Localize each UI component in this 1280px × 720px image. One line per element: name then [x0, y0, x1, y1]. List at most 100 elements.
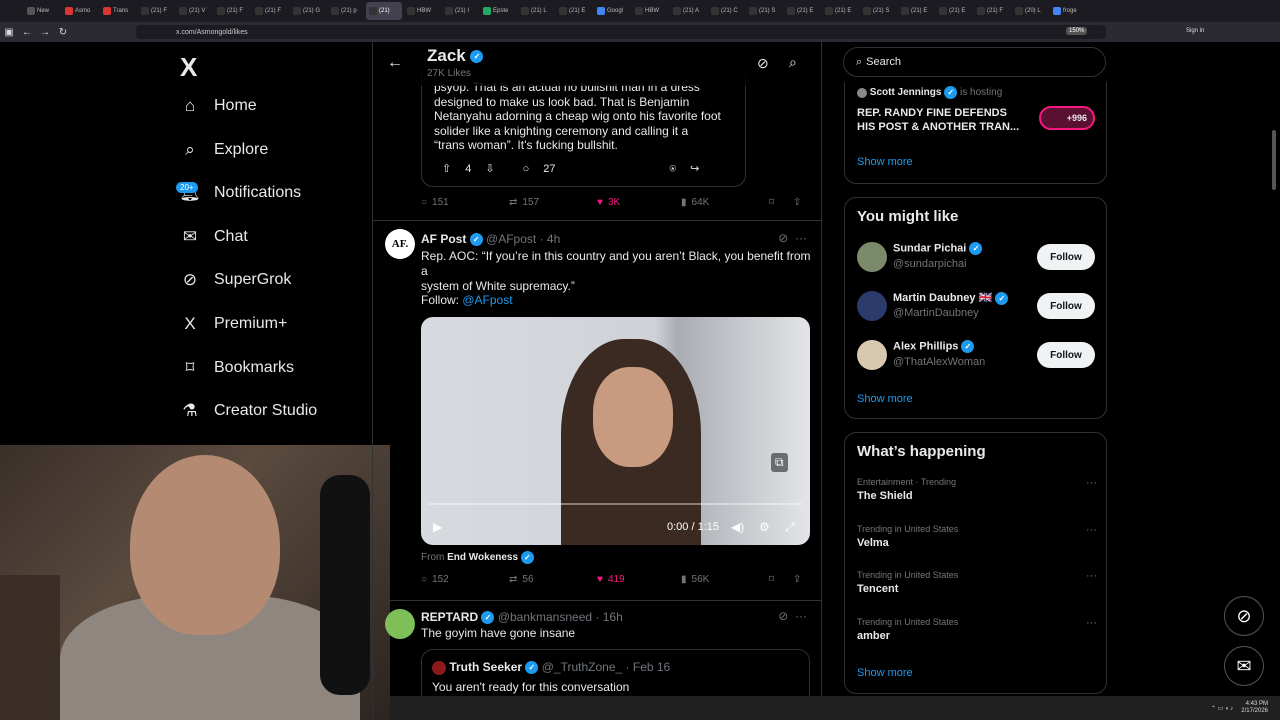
show-more-link[interactable]: Show more [857, 156, 913, 168]
more-icon[interactable]: ··· [1086, 524, 1097, 536]
suggested-user[interactable]: Alex Phillips ✓ @ThatAlexWoman Follow [857, 336, 1097, 376]
browser-tab[interactable]: (21) E [784, 2, 820, 20]
avatar[interactable]: AF. [385, 229, 415, 259]
browser-tab[interactable]: (21) V [176, 2, 212, 20]
trend-item[interactable]: Trending in United States amber ··· [857, 617, 1097, 642]
user-handle[interactable]: @MartinDaubney [893, 307, 979, 319]
settings-icon[interactable]: ⚙ [759, 520, 770, 534]
share-icon[interactable]: ⇪ [793, 574, 801, 585]
browser-tab[interactable]: (21) E [936, 2, 972, 20]
browser-tab[interactable]: (21) F [214, 2, 250, 20]
search-input[interactable]: ⌕ Search [843, 47, 1106, 77]
trend-item[interactable]: Entertainment · Trending The Shield ··· [857, 477, 1097, 502]
nav-item-supergrok[interactable]: ⊘ SuperGrok [180, 270, 292, 290]
follow-button[interactable]: Follow [1037, 244, 1095, 270]
more-icon[interactable]: ⊘ ··· [778, 231, 807, 245]
forward-icon[interactable]: → [36, 23, 54, 41]
browser-tab[interactable]: (20) L [1012, 2, 1048, 20]
more-icon[interactable]: ··· [1086, 570, 1097, 582]
browser-tab[interactable]: New [24, 2, 60, 20]
browser-tab[interactable]: Epste [480, 2, 516, 20]
show-more-link[interactable]: Show more [857, 393, 913, 405]
share-icon[interactable]: ⇪ [793, 197, 801, 208]
play-icon[interactable]: ▶ [433, 520, 442, 534]
fullscreen-icon[interactable]: ⤢ [785, 520, 795, 535]
browser-tab[interactable]: (21) S [860, 2, 896, 20]
back-icon[interactable]: ← [18, 23, 36, 41]
back-arrow-icon[interactable]: ← [387, 54, 403, 72]
follow-button[interactable]: Follow [1037, 342, 1095, 368]
grok-fab-icon[interactable]: ⊘ [1224, 596, 1264, 636]
search-icon[interactable]: ⌕ [789, 54, 797, 71]
browser-tab[interactable]: Googl [594, 2, 630, 20]
like-button[interactable]: ♥ 3K [597, 197, 681, 208]
clock[interactable]: 4:43 PM 2/17/2026 [1241, 701, 1268, 715]
reply-button[interactable]: ○ 152 [421, 574, 509, 585]
live-space-card[interactable]: Scott Jennings ✓ is hosting REP. RANDY F… [844, 82, 1107, 184]
zoom-level[interactable]: 150% [1066, 27, 1088, 35]
repost-button[interactable]: ⇄ 157 [509, 197, 597, 208]
user-name[interactable]: Alex Phillips ✓ [893, 340, 975, 353]
nav-item-home[interactable]: ⌂ Home [180, 96, 257, 116]
user-name[interactable]: Sundar Pichai ✓ [893, 242, 983, 255]
video-player[interactable]: ▶ 0:00 / 1:15 ◀) ⚙ ⤢ ⧉ [421, 317, 810, 545]
volume-icon[interactable]: ◀) [731, 520, 744, 534]
browser-tab[interactable]: (21) I [442, 2, 478, 20]
browser-tab[interactable]: (21) C [708, 2, 744, 20]
browser-tab[interactable]: (21) S [746, 2, 782, 20]
reload-icon[interactable]: ↻ [54, 23, 72, 41]
nav-item-bookmarks[interactable]: ⌑ Bookmarks [180, 358, 294, 378]
more-icon[interactable]: ··· [1086, 477, 1097, 489]
suggested-user[interactable]: Sundar Pichai ✓ @sundarpichai Follow [857, 238, 1097, 278]
comment-icon[interactable]: ○ [523, 162, 530, 177]
nav-item-explore[interactable]: ⌕ Explore [180, 140, 268, 160]
suggested-user[interactable]: Martin Daubney 🇬🇧 ✓ @MartinDaubney Follow [857, 287, 1097, 327]
quoted-post[interactable]: psyop. That is an actual no bullshit man… [421, 72, 746, 187]
avatar[interactable] [857, 340, 887, 370]
browser-tab[interactable]: (21) L [518, 2, 554, 20]
follow-button[interactable]: Follow [1037, 293, 1095, 319]
browser-tab[interactable]: (21) E [822, 2, 858, 20]
browser-tab[interactable]: HBW [404, 2, 440, 20]
avatar[interactable] [385, 609, 415, 639]
views-button[interactable]: ▮ 64K [681, 197, 769, 208]
address-bar[interactable]: x.com/Asmongold/likes [136, 25, 1106, 39]
more-icon[interactable]: ⊘ ··· [778, 609, 807, 623]
browser-tab[interactable]: (21) F [252, 2, 288, 20]
grok-icon[interactable]: ⊘ [757, 55, 769, 72]
user-handle[interactable]: @ThatAlexWoman [893, 356, 985, 368]
pip-icon[interactable]: ⧉ [771, 453, 788, 472]
award-icon[interactable]: ⍟ [669, 162, 676, 177]
browser-tab[interactable]: (21) G [290, 2, 326, 20]
browser-tab[interactable]: (21) [366, 2, 402, 20]
like-button[interactable]: ♥ 419 [597, 574, 681, 585]
bookmark-icon[interactable]: ⌑ [769, 574, 793, 585]
messages-fab-icon[interactable]: ✉ [1224, 646, 1264, 686]
scrollbar[interactable] [1272, 130, 1276, 190]
nav-item-notifications[interactable]: 🔔︎Notifications [179, 183, 301, 203]
more-icon[interactable]: ··· [1086, 617, 1097, 629]
browser-tab[interactable]: (21) F [138, 2, 174, 20]
browser-tab[interactable]: (21) A [670, 2, 706, 20]
browser-tab[interactable]: (21) E [898, 2, 934, 20]
show-more-link[interactable]: Show more [857, 667, 913, 679]
space-listener-count[interactable]: +996 [1039, 106, 1095, 130]
bookmark-icon[interactable]: ⌑ [769, 197, 793, 208]
browser-tab[interactable]: HBW [632, 2, 668, 20]
browser-tab[interactable]: Asmo [62, 2, 98, 20]
avatar[interactable] [857, 291, 887, 321]
browser-tab[interactable]: froge [1050, 2, 1086, 20]
upvote-icon[interactable]: ⇧ [442, 162, 451, 177]
reply-button[interactable]: ○ 151 [421, 197, 509, 208]
repost-button[interactable]: ⇄ 56 [509, 574, 597, 585]
browser-tab[interactable]: Trans [100, 2, 136, 20]
mention-link[interactable]: @AFpost [462, 293, 512, 307]
user-handle[interactable]: @sundarpichai [893, 258, 967, 270]
downvote-icon[interactable]: ⇩ [485, 162, 494, 177]
tray-icons[interactable]: ⌃ ▭ ◖ ♪ [1211, 705, 1233, 712]
x-logo[interactable]: X [180, 52, 197, 83]
nav-item-premium[interactable]: X Premium+ [180, 314, 287, 334]
browser-tab[interactable]: (21) F [974, 2, 1010, 20]
share-icon[interactable]: ↪ [690, 162, 699, 177]
views-button[interactable]: ▮ 56K [681, 574, 769, 585]
